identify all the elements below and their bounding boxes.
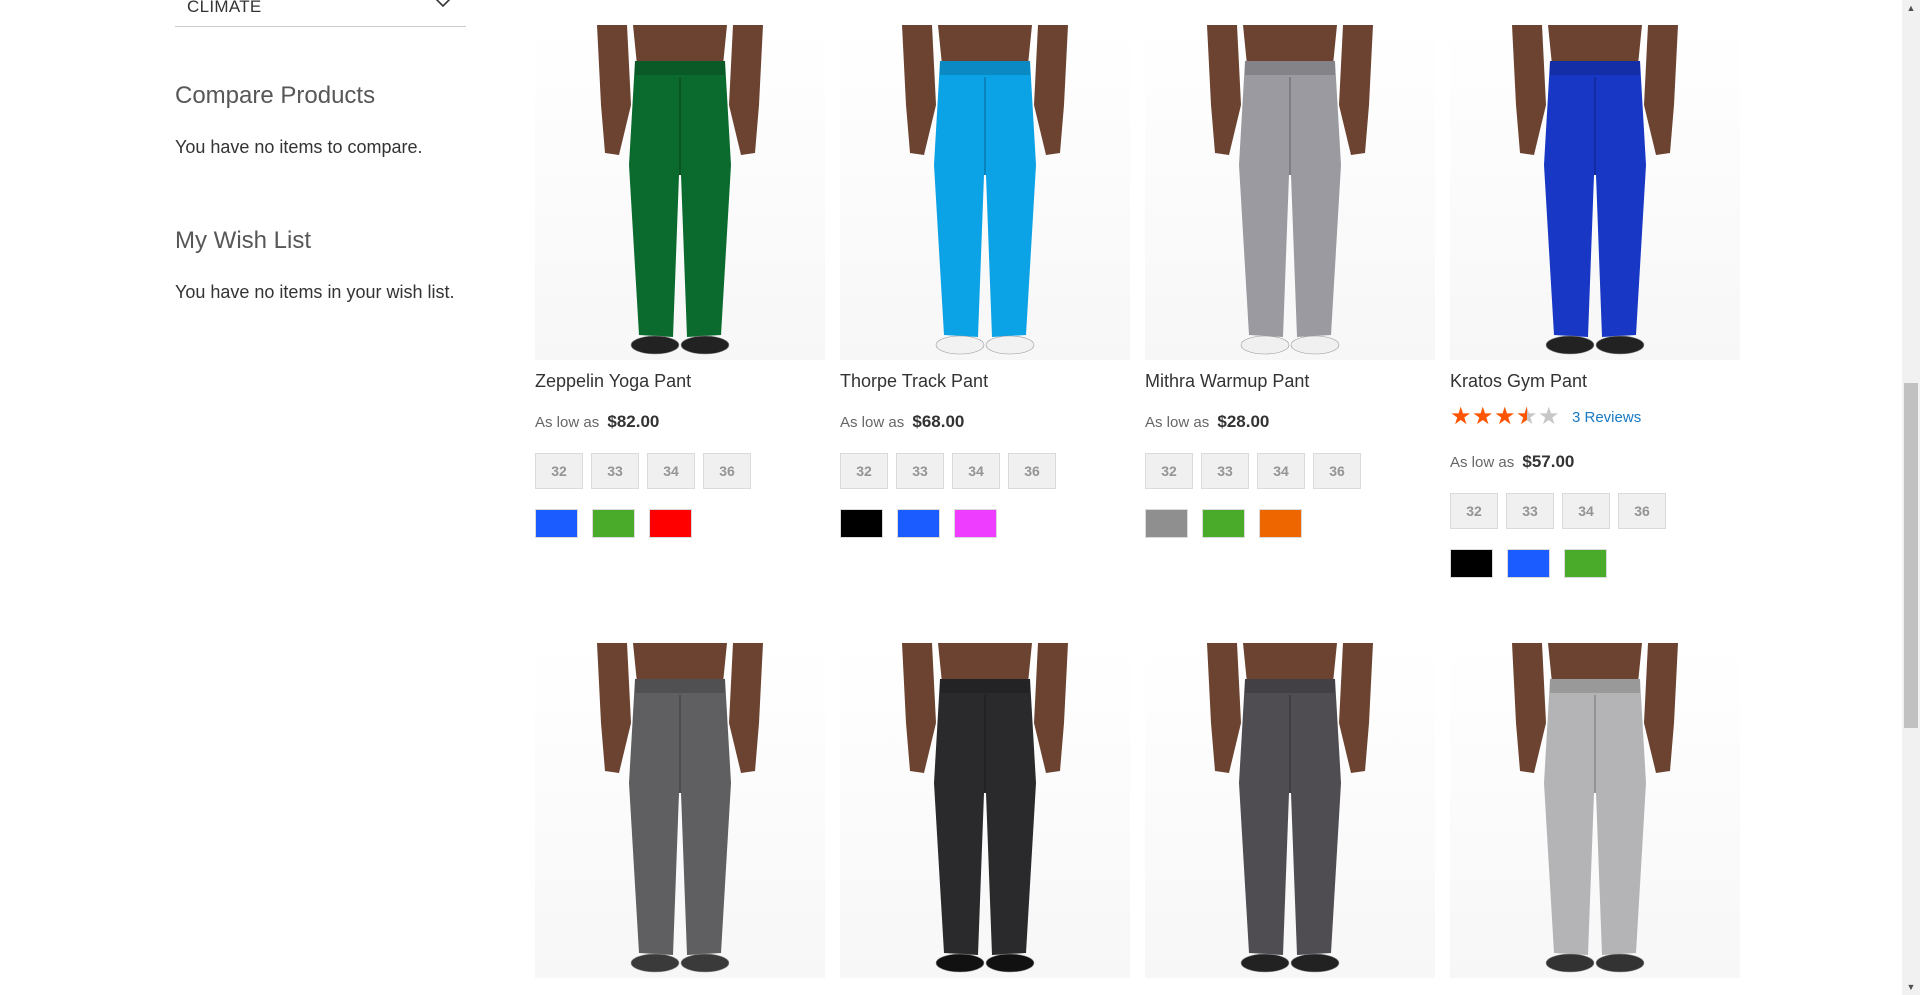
- price-box: As low as $57.00: [1450, 452, 1574, 472]
- rating-star-icon: ★: [1516, 405, 1538, 430]
- product-photo-art: [1207, 643, 1373, 973]
- size-option[interactable]: 36: [1313, 453, 1361, 489]
- rating-star-icon: ★: [1450, 403, 1472, 430]
- size-option[interactable]: 34: [1257, 453, 1305, 489]
- size-option[interactable]: 36: [703, 453, 751, 489]
- color-swatch[interactable]: [840, 509, 883, 538]
- product-image[interactable]: [1450, 643, 1740, 978]
- scroll-down-icon[interactable]: ▼: [1902, 979, 1920, 995]
- color-options: [1145, 509, 1302, 538]
- scroll-up-icon[interactable]: ▲: [1902, 0, 1920, 16]
- size-options: 32 33 34 36: [1450, 493, 1666, 529]
- product-name[interactable]: Kratos Gym Pant: [1450, 371, 1587, 392]
- product-price: $57.00: [1522, 452, 1575, 471]
- product-image[interactable]: [1145, 25, 1435, 360]
- rating-stars: ★ ★ ★ ★ ★: [1450, 403, 1560, 430]
- product-price: $68.00: [912, 412, 965, 431]
- product-photo-art: [597, 643, 763, 973]
- color-swatch[interactable]: [1507, 549, 1550, 578]
- size-option[interactable]: 32: [1450, 493, 1498, 529]
- product-rating: ★★★★★ 3 Reviews: [1450, 403, 1641, 430]
- price-box: As low as $82.00: [535, 412, 659, 432]
- price-prefix: As low as: [1145, 414, 1210, 431]
- color-swatch[interactable]: [1202, 509, 1245, 538]
- size-option[interactable]: 34: [647, 453, 695, 489]
- product-image[interactable]: [840, 643, 1130, 978]
- size-option[interactable]: 32: [840, 453, 888, 489]
- size-option[interactable]: 33: [896, 453, 944, 489]
- compare-empty-text: You have no items to compare.: [175, 137, 423, 157]
- size-option[interactable]: 33: [591, 453, 639, 489]
- color-swatch[interactable]: [1259, 509, 1302, 538]
- size-option[interactable]: 32: [1145, 453, 1193, 489]
- product-name[interactable]: Thorpe Track Pant: [840, 371, 988, 392]
- product-photo-art: [1207, 25, 1373, 355]
- size-option[interactable]: 36: [1618, 493, 1666, 529]
- size-option[interactable]: 36: [1008, 453, 1056, 489]
- product-price: $28.00: [1217, 412, 1270, 431]
- color-swatch[interactable]: [649, 509, 692, 538]
- price-prefix: As low as: [535, 414, 600, 431]
- rating-star-icon: ★: [1472, 403, 1494, 430]
- size-options: 32 33 34 36: [1145, 453, 1361, 489]
- product-photo-art: [1512, 25, 1678, 355]
- size-options: 32 33 34 36: [535, 453, 751, 489]
- size-option[interactable]: 32: [535, 453, 583, 489]
- color-swatch[interactable]: [1564, 549, 1607, 578]
- rating-star-icon: ★: [1494, 403, 1516, 430]
- size-option[interactable]: 34: [952, 453, 1000, 489]
- price-prefix: As low as: [840, 414, 905, 431]
- price-box: As low as $28.00: [1145, 412, 1269, 432]
- price-prefix: As low as: [1450, 454, 1515, 471]
- product-image[interactable]: [535, 643, 825, 978]
- filter-climate[interactable]: CLIMATE: [175, 0, 466, 27]
- product-image[interactable]: [840, 25, 1130, 360]
- product-photo-art: [902, 25, 1068, 355]
- product-image[interactable]: [1450, 25, 1740, 360]
- product-name[interactable]: Mithra Warmup Pant: [1145, 371, 1309, 392]
- size-option[interactable]: 34: [1562, 493, 1610, 529]
- color-swatch[interactable]: [1145, 509, 1188, 538]
- price-box: As low as $68.00: [840, 412, 964, 432]
- product-photo-art: [902, 643, 1068, 973]
- wishlist-empty-text: You have no items in your wish list.: [175, 282, 455, 302]
- compare-products-title: Compare Products: [175, 82, 376, 109]
- color-swatch[interactable]: [897, 509, 940, 538]
- size-option[interactable]: 33: [1506, 493, 1554, 529]
- reviews-link[interactable]: 3 Reviews: [1572, 409, 1641, 426]
- color-options: [535, 509, 692, 538]
- rating-star-icon: ★: [1538, 403, 1560, 430]
- color-options: [1450, 549, 1607, 578]
- filter-climate-label: CLIMATE: [187, 0, 262, 16]
- product-image[interactable]: [535, 25, 825, 360]
- color-swatch[interactable]: [535, 509, 578, 538]
- wishlist-title: My Wish List: [175, 227, 312, 254]
- product-photo-art: [597, 25, 763, 355]
- chevron-down-icon: [434, 0, 452, 14]
- product-price: $82.00: [607, 412, 660, 431]
- size-option[interactable]: 33: [1201, 453, 1249, 489]
- product-photo-art: [1512, 643, 1678, 973]
- color-swatch[interactable]: [1450, 549, 1493, 578]
- scroll-thumb[interactable]: [1904, 383, 1918, 728]
- product-image[interactable]: [1145, 643, 1435, 978]
- product-name[interactable]: Zeppelin Yoga Pant: [535, 371, 691, 392]
- color-swatch[interactable]: [592, 509, 635, 538]
- size-options: 32 33 34 36: [840, 453, 1056, 489]
- color-swatch[interactable]: [954, 509, 997, 538]
- page-scrollbar[interactable]: ▲ ▼: [1902, 0, 1920, 995]
- color-options: [840, 509, 997, 538]
